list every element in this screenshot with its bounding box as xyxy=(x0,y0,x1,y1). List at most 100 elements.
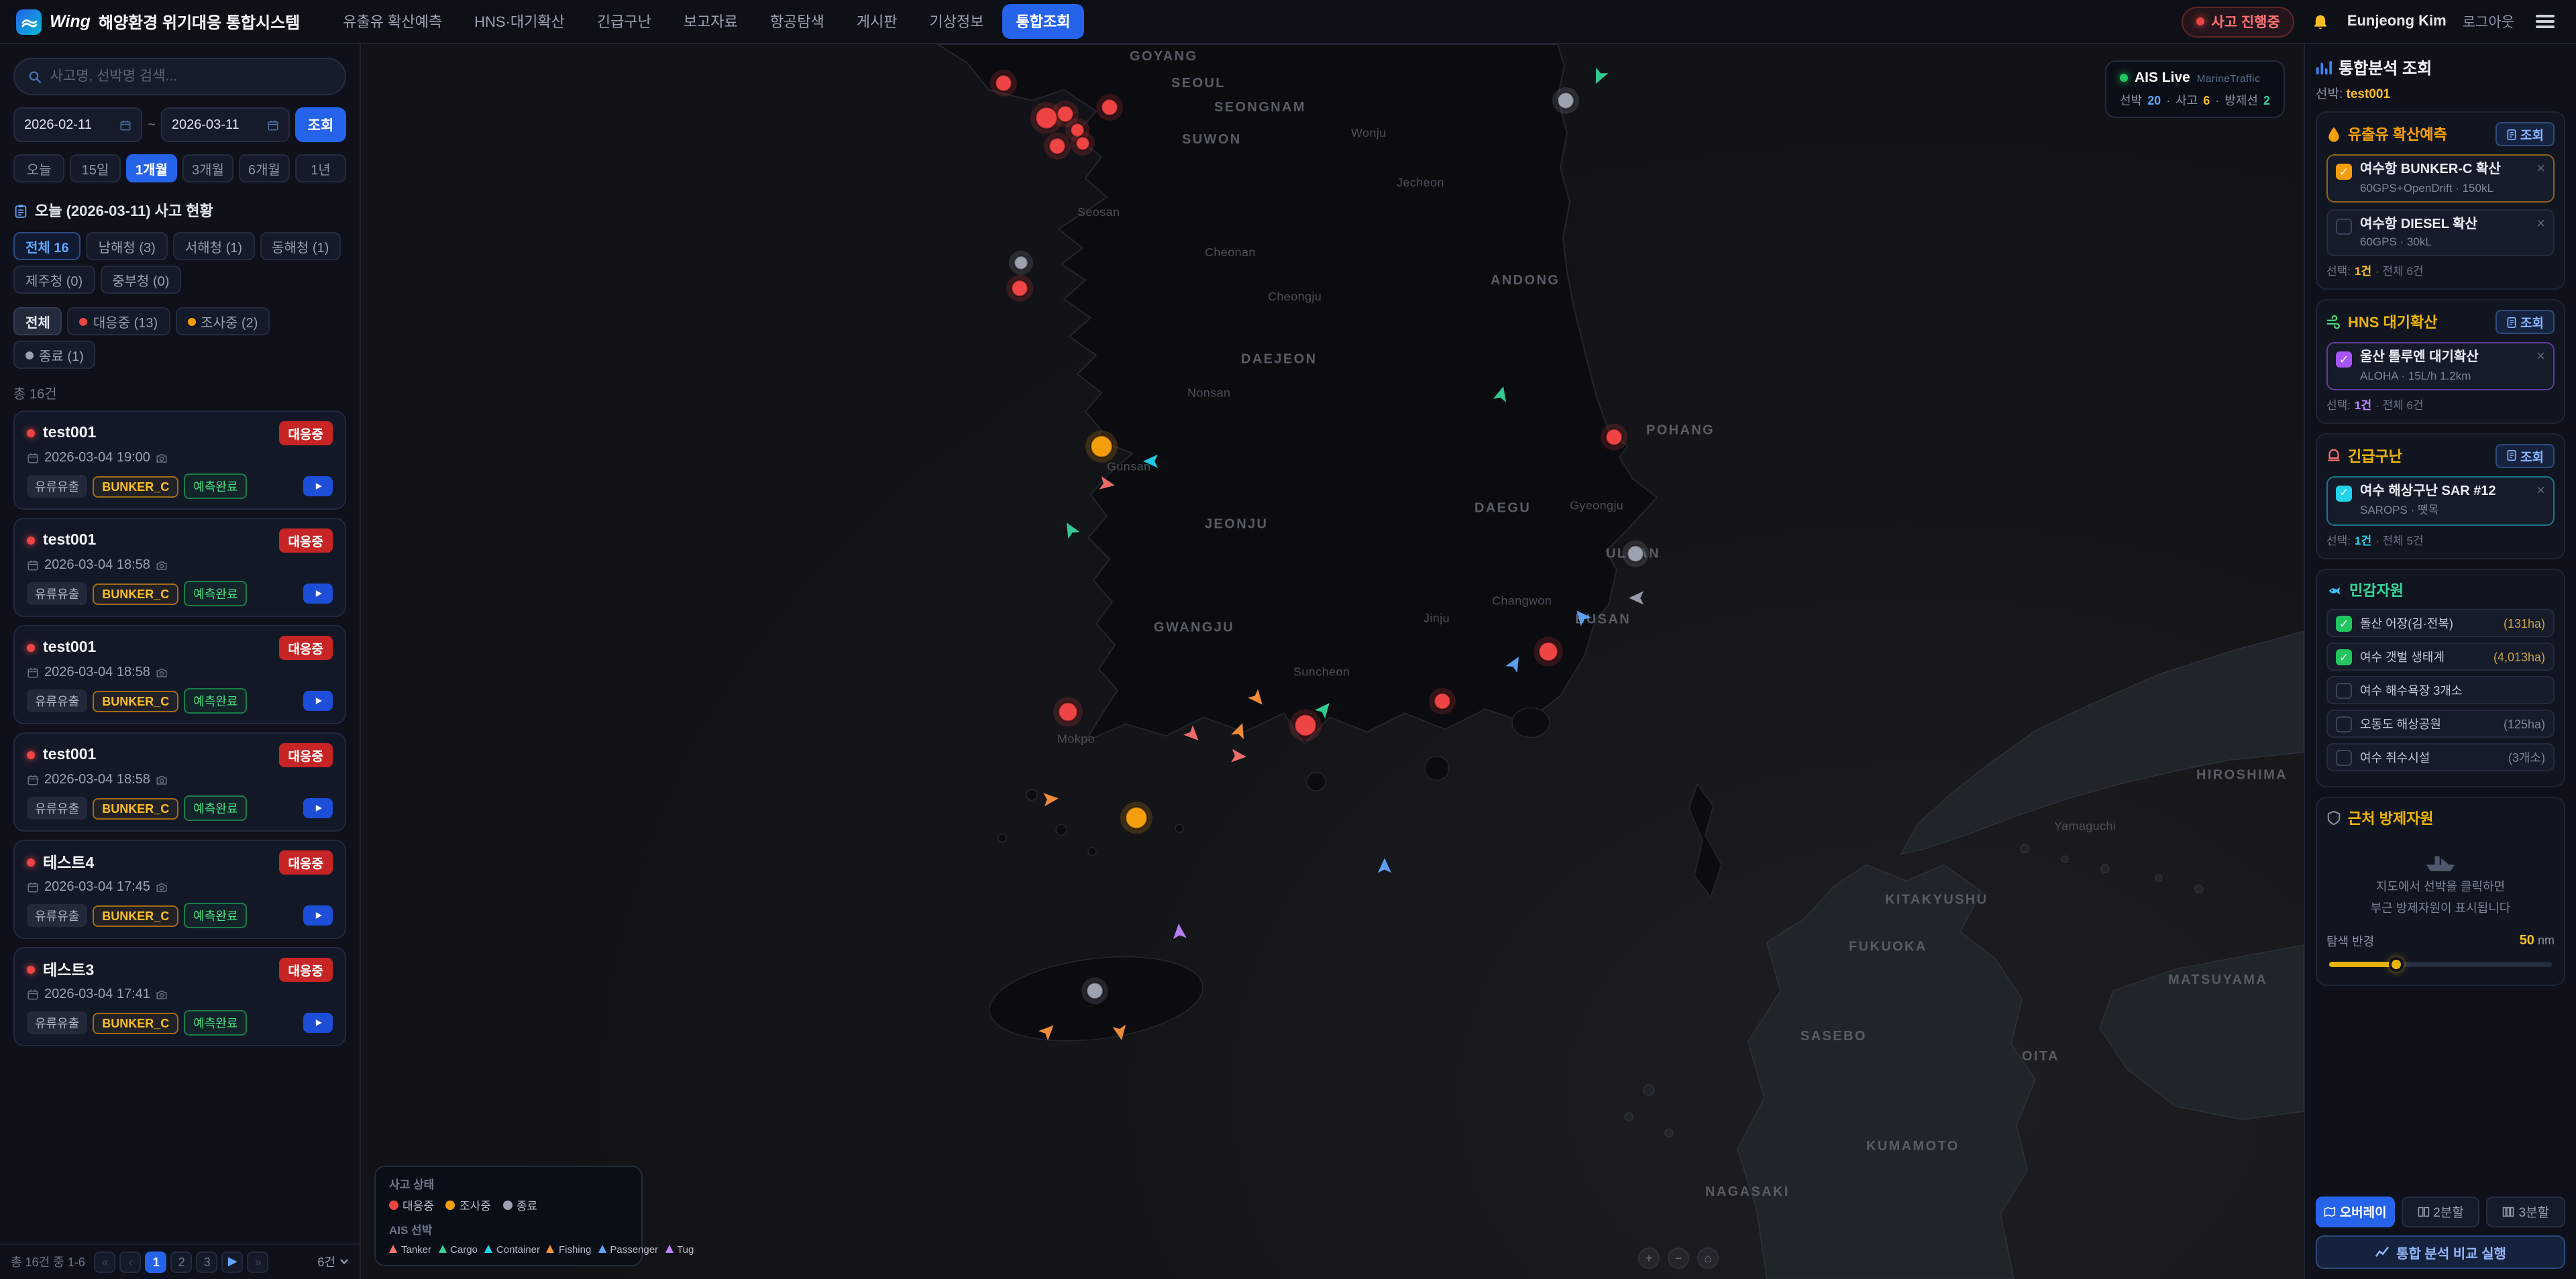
search-query-button[interactable]: 조회 xyxy=(295,107,346,142)
playback-button[interactable] xyxy=(303,691,333,711)
home-view-button[interactable]: ⌂ xyxy=(1697,1247,1719,1268)
nav-item[interactable]: 긴급구난 xyxy=(584,4,665,39)
spill-scenario-item[interactable]: ✓ 여수항 BUNKER-C 확산 60GPS+OpenDrift · 150k… xyxy=(2326,154,2555,202)
resource-row[interactable]: 여수 취수시설(3개소) xyxy=(2326,743,2555,771)
range-button[interactable]: 3개월 xyxy=(182,154,233,182)
remove-icon[interactable]: × xyxy=(2536,350,2545,365)
view-2split-button[interactable]: 2분할 xyxy=(2401,1196,2479,1227)
checkbox-checked[interactable]: ✓ xyxy=(2336,164,2352,180)
date-from-input[interactable]: 2026-02-11 xyxy=(13,107,142,142)
status-filter-chip[interactable]: 대응중 (13) xyxy=(68,307,170,335)
nav-item[interactable]: 유출유 확산예측 xyxy=(329,4,455,39)
nav-item[interactable]: 통합조회 xyxy=(1002,4,1083,39)
run-analysis-button[interactable]: 통합 분석 비교 실행 xyxy=(2316,1235,2565,1268)
incident-card[interactable]: test001대응중2026-03-04 18:58유류유출BUNKER_C예측… xyxy=(13,518,346,617)
playback-button[interactable] xyxy=(303,1013,333,1033)
resource-row[interactable]: ✓여수 갯벌 생태계(4,013ha) xyxy=(2326,643,2555,671)
incident-marker[interactable] xyxy=(1606,429,1622,445)
incident-marker[interactable] xyxy=(1434,693,1450,709)
nav-item[interactable]: 보고자료 xyxy=(670,4,751,39)
ais-ship-marker[interactable] xyxy=(1061,519,1079,539)
last-page-button[interactable]: » xyxy=(248,1251,269,1272)
ais-ship-marker[interactable] xyxy=(1590,68,1608,87)
nav-item[interactable]: 항공탐색 xyxy=(757,4,838,39)
checkbox-unchecked[interactable] xyxy=(2336,716,2352,732)
incident-marker[interactable] xyxy=(1012,280,1028,296)
region-filter-chip[interactable]: 서해청 (1) xyxy=(173,232,254,260)
range-button[interactable]: 오늘 xyxy=(13,154,64,182)
status-filter-chip[interactable]: 종료 (1) xyxy=(13,341,96,369)
search-input[interactable] xyxy=(50,68,331,85)
region-filter-chip[interactable]: 중부청 (0) xyxy=(100,266,181,294)
range-button[interactable]: 15일 xyxy=(70,154,121,182)
page-button[interactable]: 3 xyxy=(197,1251,218,1272)
nav-item[interactable]: 기상정보 xyxy=(916,4,998,39)
incident-marker[interactable] xyxy=(1126,807,1147,828)
zoom-in-button[interactable]: + xyxy=(1638,1247,1660,1268)
view-3split-button[interactable]: 3분할 xyxy=(2487,1196,2565,1227)
resource-row[interactable]: ✓돌산 어장(김·전복)(131ha) xyxy=(2326,609,2555,637)
nav-item[interactable]: 게시판 xyxy=(843,4,911,39)
spill-scenario-item[interactable]: 여수항 DIESEL 확산 60GPS · 30kL × xyxy=(2326,209,2555,256)
remove-icon[interactable]: × xyxy=(2536,484,2545,498)
incident-marker[interactable] xyxy=(1076,137,1089,150)
status-filter-chip[interactable]: 전체 xyxy=(13,307,62,335)
date-to-input[interactable]: 2026-03-11 xyxy=(161,107,290,142)
incident-marker[interactable] xyxy=(1057,106,1073,122)
sar-query-button[interactable]: 조회 xyxy=(2495,443,2555,467)
spill-query-button[interactable]: 조회 xyxy=(2495,122,2555,146)
notifications-bell-icon[interactable] xyxy=(2311,13,2331,30)
hns-scenario-item[interactable]: ✓ 울산 톨루엔 대기확산 ALOHA · 15L/h 1.2km × xyxy=(2326,342,2555,390)
incident-marker[interactable] xyxy=(1087,983,1103,999)
resource-row[interactable]: 여수 해수욕장 3개소 xyxy=(2326,676,2555,704)
status-filter-chip[interactable]: 조사중 (2) xyxy=(175,307,270,335)
first-page-button[interactable]: « xyxy=(95,1251,116,1272)
incident-marker[interactable] xyxy=(1014,256,1028,270)
map-canvas[interactable]: GOYANGSEOULSEONGNAMSUWONWonjuJecheonSeos… xyxy=(361,44,2304,1279)
range-button[interactable]: 6개월 xyxy=(239,154,290,182)
ais-ship-marker[interactable] xyxy=(1172,923,1187,939)
incident-marker[interactable] xyxy=(1091,436,1112,457)
sar-scenario-item[interactable]: ✓ 여수 해상구난 SAR #12 SAROPS · 뗏목 × xyxy=(2326,476,2555,526)
radius-slider[interactable] xyxy=(2329,962,2552,967)
range-button[interactable]: 1년 xyxy=(295,154,346,182)
resource-row[interactable]: 오동도 해상공원(125ha) xyxy=(2326,710,2555,738)
incident-marker[interactable] xyxy=(1295,714,1316,736)
ais-ship-marker[interactable] xyxy=(1231,749,1247,764)
slider-thumb[interactable] xyxy=(2389,957,2404,972)
ais-ship-marker[interactable] xyxy=(1183,725,1203,745)
remove-icon[interactable]: × xyxy=(2536,162,2545,177)
region-filter-chip[interactable]: 남해청 (3) xyxy=(87,232,168,260)
checkbox-unchecked[interactable] xyxy=(2336,683,2352,699)
nav-item[interactable]: HNS·대기확산 xyxy=(461,4,578,39)
checkbox-checked[interactable]: ✓ xyxy=(2336,485,2352,501)
checkbox-checked[interactable]: ✓ xyxy=(2336,616,2352,632)
view-overlay-button[interactable]: 오버레이 xyxy=(2316,1196,2394,1227)
checkbox-unchecked[interactable] xyxy=(2336,218,2352,234)
incident-card[interactable]: 테스트3대응중2026-03-04 17:41유류유출BUNKER_C예측완료 xyxy=(13,947,346,1046)
hns-query-button[interactable]: 조회 xyxy=(2495,310,2555,334)
range-button[interactable]: 1개월 xyxy=(126,154,177,182)
incident-card[interactable]: test001대응중2026-03-04 18:58유류유출BUNKER_C예측… xyxy=(13,625,346,724)
incident-marker[interactable] xyxy=(1059,702,1077,721)
checkbox-checked[interactable]: ✓ xyxy=(2336,649,2352,665)
incident-card[interactable]: test001대응중2026-03-04 18:58유류유출BUNKER_C예측… xyxy=(13,732,346,832)
playback-button[interactable] xyxy=(303,905,333,926)
checkbox-unchecked[interactable] xyxy=(2336,750,2352,766)
checkbox-checked[interactable]: ✓ xyxy=(2336,351,2352,368)
playback-button[interactable] xyxy=(303,476,333,496)
ais-ship-marker[interactable] xyxy=(1378,858,1391,873)
menu-icon[interactable] xyxy=(2530,9,2560,34)
incident-marker[interactable] xyxy=(1539,643,1558,661)
incident-card[interactable]: test001대응중2026-03-04 19:00유류유출BUNKER_C예측… xyxy=(13,410,346,510)
region-filter-chip[interactable]: 동해청 (1) xyxy=(260,232,341,260)
logout-button[interactable]: 로그아웃 xyxy=(2463,11,2514,32)
playback-button[interactable] xyxy=(303,583,333,604)
remove-icon[interactable]: × xyxy=(2536,217,2545,231)
region-filter-chip[interactable]: 제주청 (0) xyxy=(13,266,95,294)
zoom-out-button[interactable]: − xyxy=(1668,1247,1689,1268)
prev-page-button[interactable]: ‹ xyxy=(120,1251,142,1272)
ais-ship-marker[interactable] xyxy=(1629,592,1644,605)
incident-marker[interactable] xyxy=(1627,546,1644,562)
ais-ship-marker[interactable] xyxy=(1043,791,1059,806)
